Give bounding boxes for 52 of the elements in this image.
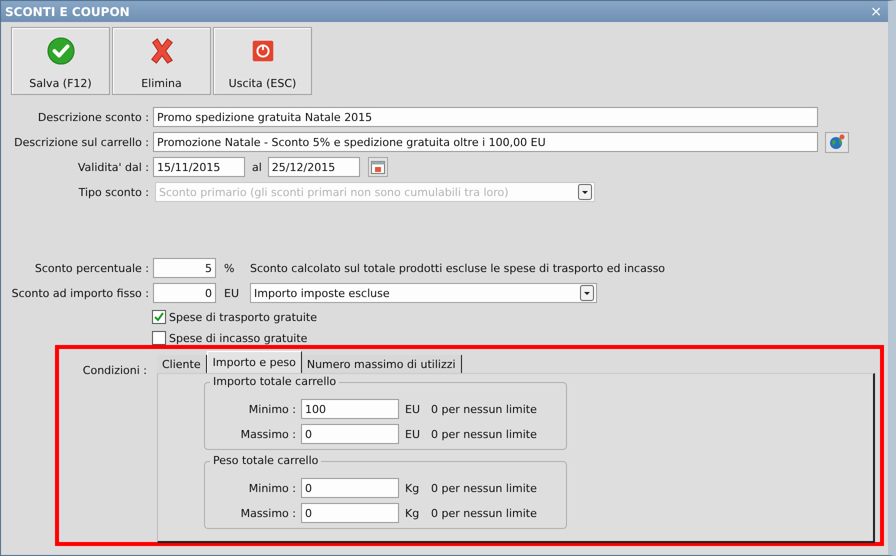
group-title: Peso totale carrello xyxy=(210,454,322,467)
check-icon xyxy=(46,37,74,65)
tax-mode-dropdown[interactable]: Importo imposte escluse xyxy=(250,283,597,303)
fixed-amount-field[interactable]: 0 xyxy=(153,283,216,303)
save-button[interactable]: Salva (F12) xyxy=(11,27,110,95)
date-field[interactable]: 15/11/2015 xyxy=(153,157,245,177)
calendar-button[interactable] xyxy=(368,157,388,177)
limit-field[interactable]: 0 xyxy=(301,503,399,523)
checkbox-label: Spese di incasso gratuite xyxy=(169,332,308,344)
limit-field[interactable]: 100 xyxy=(301,399,399,419)
field-label: Minimo : xyxy=(248,482,297,494)
tab[interactable]: Importo e peso xyxy=(206,351,302,373)
field-label: Massimo : xyxy=(240,506,297,520)
field-label: Validita' dal : xyxy=(76,160,150,174)
exit-button[interactable]: Uscita (ESC) xyxy=(213,27,312,95)
field-label: Descrizione sconto : xyxy=(36,110,150,124)
checkbox-label: Spese di trasporto gratuite xyxy=(169,310,318,324)
description-field[interactable]: Promo spedizione gratuita Natale 2015 xyxy=(153,107,818,127)
hint-text: 0 per nessun limite xyxy=(431,402,537,416)
note-text: Sconto calcolato sul totale prodotti escluse le spese di trasporto ed incasso xyxy=(250,262,666,274)
globe-icon xyxy=(829,134,845,150)
field-label: al xyxy=(252,160,262,174)
hint-text: 0 per nessun limite xyxy=(431,482,537,494)
unit-label: Kg xyxy=(404,482,420,494)
field-label: Condizioni : xyxy=(82,363,147,379)
delete-button[interactable]: Elimina xyxy=(112,27,211,95)
checkbox[interactable] xyxy=(152,310,166,324)
checkbox[interactable] xyxy=(152,331,166,345)
window-title: SCONTI E COUPON xyxy=(5,4,130,18)
field-label: Sconto percentuale : xyxy=(34,262,150,274)
field-label: Massimo : xyxy=(240,428,297,440)
unit-label: % xyxy=(223,262,236,274)
globe-button[interactable] xyxy=(825,132,849,152)
field-label: Sconto ad importo fisso : xyxy=(10,286,150,300)
field-label: Minimo : xyxy=(248,402,297,416)
tab[interactable]: Cliente xyxy=(157,355,207,373)
hint-text: 0 per nessun limite xyxy=(431,506,537,520)
date-field[interactable]: 25/12/2015 xyxy=(268,157,360,177)
field-label: Tipo sconto : xyxy=(78,186,150,198)
group-title: Importo totale carrello xyxy=(210,375,340,388)
field-label: Descrizione sul carrello : xyxy=(13,136,150,148)
limit-field[interactable]: 0 xyxy=(301,478,399,498)
unit-label: EU xyxy=(223,286,240,300)
unit-label: Kg xyxy=(404,506,420,520)
limit-field[interactable]: 0 xyxy=(301,424,399,444)
cart-description-field[interactable]: Promozione Natale - Sconto 5% e spedizione gratuita oltre i 100,00 EU xyxy=(153,132,818,152)
calendar-icon xyxy=(370,159,386,175)
percent-field[interactable]: 5 xyxy=(153,258,216,278)
unit-label: EU xyxy=(404,428,422,440)
tab[interactable]: Numero massimo di utilizzi xyxy=(302,355,462,373)
unit-label: EU xyxy=(404,402,422,416)
hint-text: 0 per nessun limite xyxy=(431,428,537,440)
